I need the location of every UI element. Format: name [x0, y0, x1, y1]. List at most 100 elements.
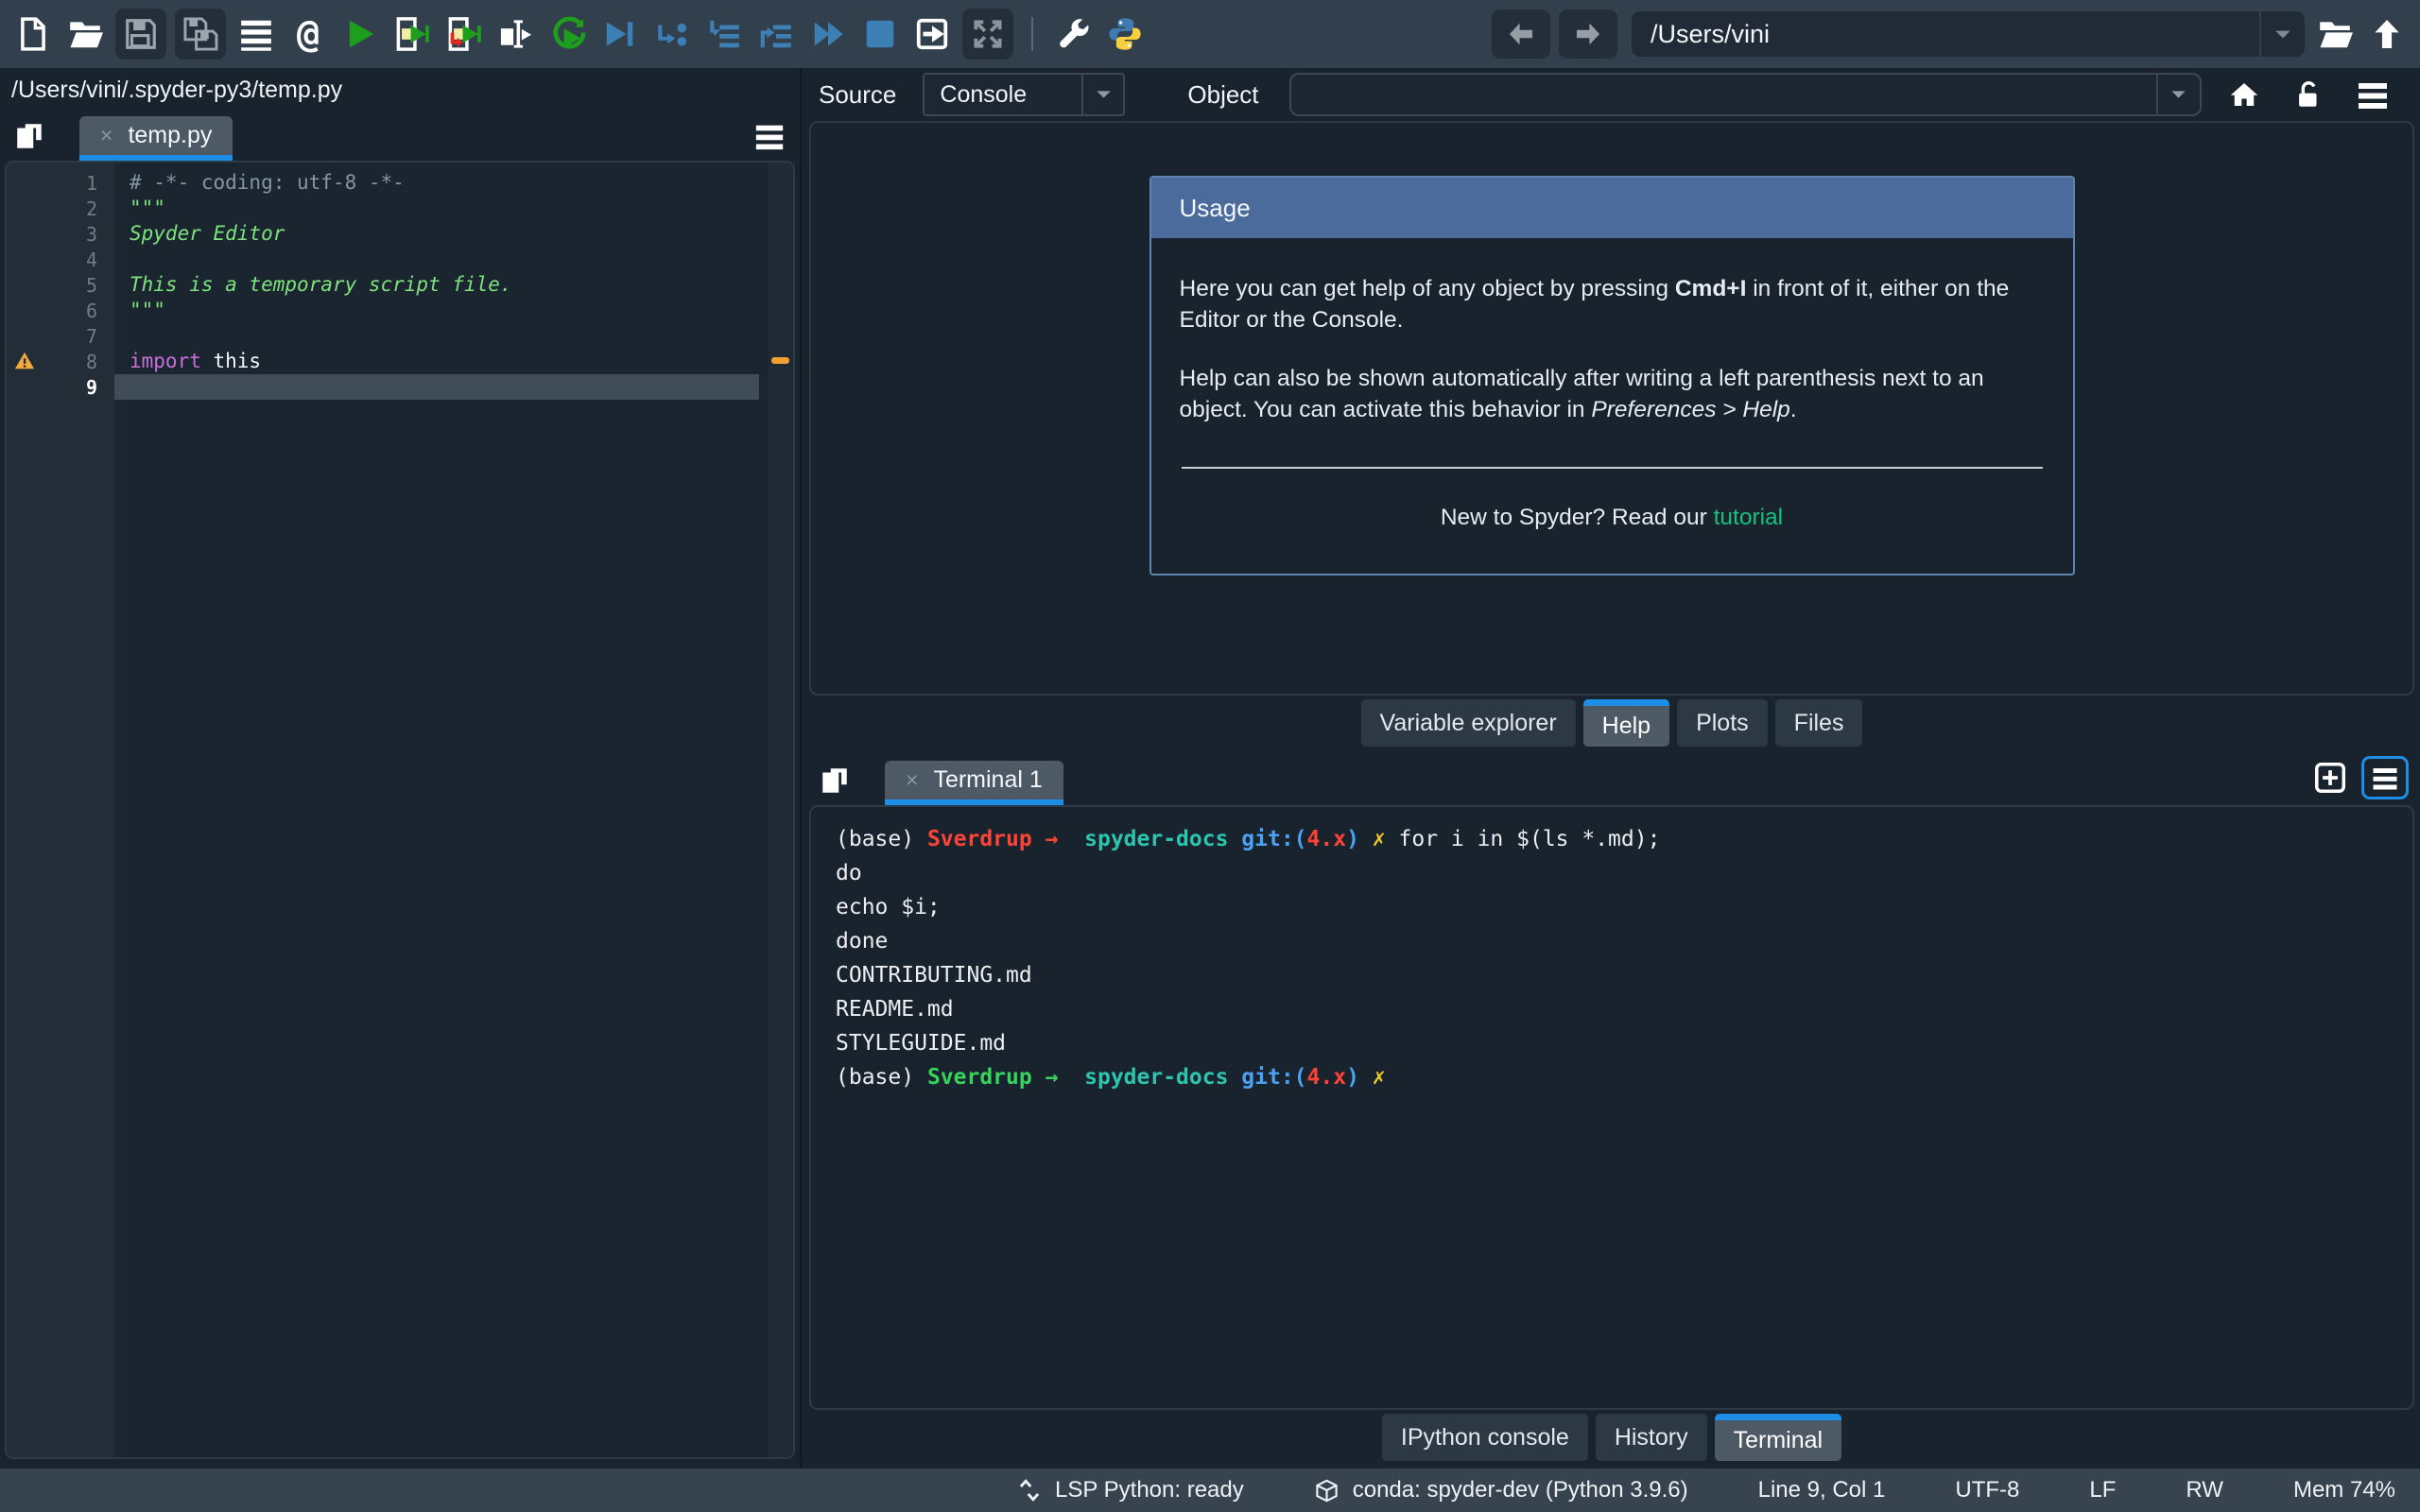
file-switcher-button[interactable] — [234, 12, 278, 56]
pane-tab-help[interactable]: Help — [1582, 699, 1670, 747]
line-number: 5 — [85, 273, 97, 297]
usage-footer: New to Spyder? Read our tutorial — [1180, 503, 2045, 534]
working-directory-value: /Users/vini — [1651, 19, 1771, 48]
new-terminal-button[interactable] — [2312, 760, 2348, 796]
code-line: Spyder Editor — [130, 222, 285, 245]
help-content: Usage Here you can get help of any objec… — [809, 121, 2414, 696]
editor-line[interactable]: 2 """ — [7, 196, 769, 221]
back-arrow-icon — [1509, 23, 1533, 45]
new-window-button[interactable] — [910, 12, 954, 56]
help-options-menu-button[interactable] — [2351, 73, 2394, 116]
save-all-button[interactable] — [175, 9, 226, 60]
editor-scrollbar[interactable] — [769, 163, 793, 1457]
debug-stop-button[interactable] — [858, 12, 902, 56]
browse-terminal-tabs-button[interactable] — [815, 761, 855, 800]
object-combobox-dropdown[interactable] — [2155, 75, 2200, 114]
source-label: Source — [819, 79, 897, 109]
close-tab-icon[interactable]: × — [906, 769, 918, 791]
terminal-line: do — [836, 861, 862, 885]
new-file-icon — [21, 17, 45, 51]
debug-step-into-button[interactable] — [754, 12, 798, 56]
editor-line[interactable]: 4 — [7, 247, 769, 272]
run-cell-button[interactable] — [390, 12, 434, 56]
package-icon — [1316, 1479, 1338, 1502]
right-pane: Source Console Object Usage Here you can… — [804, 68, 2420, 1469]
editor-line[interactable]: 3 Spyder Editor — [7, 221, 769, 247]
eol-status: LF — [2089, 1477, 2117, 1503]
object-label: Object — [1187, 79, 1259, 109]
editor-tab-temp-py[interactable]: × temp.py — [79, 116, 233, 161]
lsp-status: LSP Python: ready — [1017, 1477, 1244, 1503]
debug-cell-button[interactable] — [650, 12, 694, 56]
run-file-button[interactable] — [338, 12, 382, 56]
encoding-status: UTF-8 — [1955, 1477, 2020, 1503]
editor-line[interactable]: 6 """ — [7, 298, 769, 323]
debug-file-button[interactable] — [598, 12, 642, 56]
chevron-down-icon — [2171, 91, 2186, 98]
conda-status: conda: spyder-dev (Python 3.9.6) — [1314, 1477, 1688, 1503]
pane-tab-files[interactable]: Files — [1774, 699, 1863, 747]
lsp-icon — [1019, 1479, 1040, 1502]
line-number: 7 — [85, 324, 97, 348]
line-number: 3 — [85, 222, 97, 246]
maximize-pane-button[interactable] — [962, 9, 1013, 60]
terminal-tab-1[interactable]: × Terminal 1 — [885, 761, 1063, 805]
help-lock-button[interactable] — [2287, 73, 2330, 116]
editor-line[interactable]: 8 import this — [7, 349, 769, 374]
debug-step-over-button[interactable] — [702, 12, 746, 56]
terminal-line: (base) Sverdrup → spyder-docs git:(4.x) … — [836, 827, 1661, 851]
permissions-status: RW — [2186, 1477, 2223, 1503]
browse-directory-button[interactable] — [2313, 12, 2357, 56]
object-combobox[interactable] — [1288, 73, 2202, 116]
forward-button[interactable] — [1559, 9, 1617, 59]
usage-footer-text: New to Spyder? Read our — [1440, 505, 1714, 531]
pane-tab-ipython-console[interactable]: IPython console — [1381, 1414, 1588, 1461]
rerun-cell-icon — [553, 16, 586, 49]
terminal-line: STYLEGUIDE.md — [836, 1031, 1007, 1056]
browse-tabs-button[interactable] — [9, 116, 49, 156]
editor-options-menu-button[interactable] — [749, 115, 790, 157]
pane-tab-variable-explorer[interactable]: Variable explorer — [1360, 699, 1576, 747]
help-toolbar: Source Console Object — [804, 68, 2420, 121]
save-all-icon — [183, 17, 218, 51]
code-editor[interactable]: 1 # -*- coding: utf-8 -*- 2 """ 3 Spyder Edit… — [5, 161, 795, 1459]
up-arrow-icon — [2375, 19, 2399, 49]
close-tab-icon[interactable]: × — [100, 125, 112, 146]
debug-continue-button[interactable] — [806, 12, 850, 56]
terminal-options-menu-button[interactable] — [2361, 756, 2409, 799]
line-number: 4 — [85, 248, 97, 271]
maximize-icon — [974, 20, 1002, 48]
run-selection-button[interactable] — [494, 12, 538, 56]
code-line: This is a temporary script file. — [130, 273, 512, 296]
line-number: 2 — [85, 197, 97, 220]
source-select-dropdown[interactable] — [1081, 75, 1123, 114]
usage-card: Usage Here you can get help of any objec… — [1149, 176, 2075, 576]
editor-line[interactable]: 5 This is a temporary script file. — [7, 272, 769, 298]
editor-line[interactable]: 1 # -*- coding: utf-8 -*- — [7, 170, 769, 196]
preferences-button[interactable] — [1051, 12, 1095, 56]
parent-directory-button[interactable] — [2365, 12, 2409, 56]
editor-line[interactable]: 7 — [7, 323, 769, 349]
new-file-button[interactable] — [11, 12, 55, 56]
editor-line[interactable]: 9 — [7, 374, 769, 400]
pane-tab-plots[interactable]: Plots — [1677, 699, 1768, 747]
working-directory-combo[interactable]: /Users/vini — [1632, 11, 2305, 57]
tutorial-link[interactable]: tutorial — [1714, 505, 1784, 530]
save-button[interactable] — [115, 9, 166, 60]
code-line — [114, 374, 759, 400]
back-button[interactable] — [1492, 9, 1550, 59]
terminal-output[interactable]: (base) Sverdrup → spyder-docs git:(4.x) … — [809, 805, 2414, 1410]
pythonpath-button[interactable] — [1103, 12, 1147, 56]
pane-tab-terminal[interactable]: Terminal — [1714, 1414, 1842, 1461]
open-file-button[interactable] — [63, 12, 107, 56]
pane-tab-history[interactable]: History — [1595, 1414, 1707, 1461]
working-directory-dropdown[interactable] — [2259, 11, 2305, 57]
usage-paragraph-1: Here you can get help of any object by p… — [1179, 276, 2010, 333]
symbol-finder-button[interactable]: @ — [286, 12, 330, 56]
rerun-cell-button[interactable] — [546, 12, 590, 56]
run-cell-advance-button[interactable] — [442, 12, 486, 56]
scrollbar-warning-marker — [771, 357, 789, 364]
help-home-button[interactable] — [2222, 73, 2266, 116]
source-select[interactable]: Console — [923, 73, 1126, 116]
